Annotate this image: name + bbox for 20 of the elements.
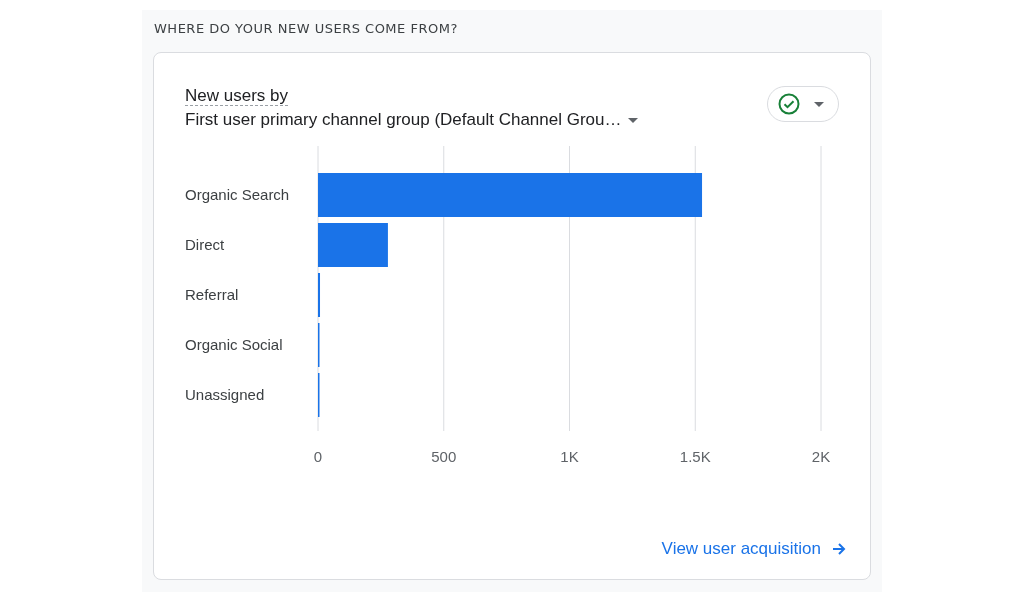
view-acquisition-link[interactable]: View user acquisition <box>661 539 847 559</box>
category-label: Organic Social <box>185 336 283 353</box>
check-circle-icon <box>778 93 800 115</box>
section-title: WHERE DO YOUR NEW USERS COME FROM? <box>153 21 459 38</box>
arrow-right-icon <box>831 541 847 557</box>
bar <box>318 223 388 267</box>
axis-tick-label: 2K <box>811 448 831 465</box>
metric-label[interactable]: New users by <box>185 86 288 106</box>
caret-icon <box>627 117 638 123</box>
category-label: Unassigned <box>185 386 265 403</box>
compare-button[interactable] <box>767 86 839 122</box>
dimension-dropdown[interactable]: First user primary channel group (Default Channel Grou… <box>185 110 638 130</box>
axis-tick-label: 0 <box>313 448 323 465</box>
axis-tick-label: 500 <box>431 448 457 465</box>
category-label: Referral <box>185 286 239 303</box>
category-label: Organic Search <box>185 186 290 203</box>
axis-tick-label: 1.5K <box>679 448 711 465</box>
caret-icon <box>814 101 824 107</box>
category-label: Direct <box>185 236 225 253</box>
axis-tick-label: 1K <box>560 448 579 465</box>
